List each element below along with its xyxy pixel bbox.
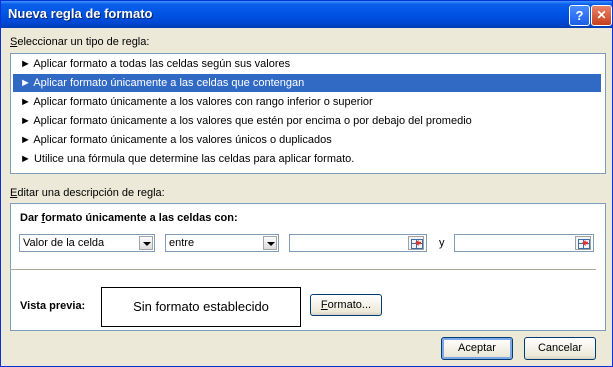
preview-label: Vista previa: [20,300,86,312]
rule-description-panel: Dar formato únicamente a las celdas con:… [10,203,606,331]
dialog-title: Nueva regla de formato [8,6,153,21]
rule-type-item[interactable]: ► Aplicar formato únicamente a los valor… [13,93,601,111]
rule-type-item[interactable]: ► Aplicar formato únicamente a los valor… [13,112,601,130]
new-format-rule-dialog: Nueva regla de formato ? ✕ Seleccionar u… [0,0,613,367]
chevron-down-icon[interactable] [139,236,153,250]
rule-type-item[interactable]: ► Aplicar formato únicamente a los valor… [13,131,601,149]
chevron-down-icon[interactable] [263,236,277,250]
collapse-dialog-button[interactable] [408,236,424,250]
format-button[interactable]: Formato... [310,294,382,316]
condition-combo-value: Valor de la celda [23,237,105,249]
title-bar[interactable]: Nueva regla de formato ? ✕ [1,1,612,28]
rule-type-item[interactable]: ► Aplicar formato a todas las celdas seg… [13,55,601,73]
rule-type-label: Seleccionar un tipo de regla: [10,36,150,48]
divider [10,269,596,270]
description-label: Editar una descripción de regla: [10,187,165,199]
ok-button[interactable]: Aceptar [441,337,513,360]
operator-combo[interactable]: entre [165,234,279,252]
cancel-button[interactable]: Cancelar [524,337,596,360]
rule-type-item[interactable]: ► Utilice una fórmula que determine las … [13,150,601,168]
help-button[interactable]: ? [569,5,590,26]
format-cells-heading: Dar formato únicamente a las celdas con: [20,212,238,224]
rule-type-item-selected[interactable]: ► Aplicar formato únicamente a las celda… [13,74,601,92]
condition-combo[interactable]: Valor de la celda [19,234,155,252]
rule-type-list[interactable]: ► Aplicar formato a todas las celdas seg… [10,53,606,174]
value2-input[interactable] [454,234,594,252]
value1-input[interactable] [289,234,427,252]
close-button[interactable]: ✕ [591,5,612,26]
conjunction-label: y [439,237,445,249]
collapse-dialog-button[interactable] [575,236,591,250]
operator-combo-value: entre [169,237,195,249]
format-preview: Sin formato establecido [101,287,301,327]
